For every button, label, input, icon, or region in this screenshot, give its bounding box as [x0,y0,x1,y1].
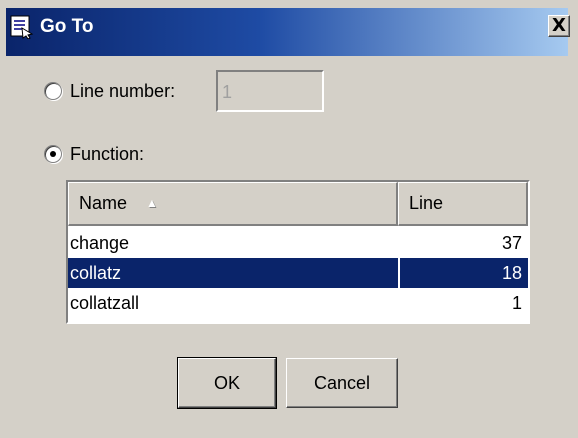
cancel-button[interactable]: Cancel [286,358,398,408]
table-row-selected[interactable]: collatz 18 [68,258,528,288]
line-number-input[interactable]: 1 [216,70,324,112]
column-header-line-label: Line [409,193,444,213]
column-header-name-label: Name [79,193,128,213]
column-separator [398,258,400,288]
row-line-cell: 18 [501,263,522,283]
line-number-label: Line number: [70,81,176,101]
radio-selected-dot [50,151,56,157]
table-row[interactable]: change 37 [68,228,528,258]
function-table[interactable]: Name ▲ Line change 37 collatz 18 collatz… [66,180,530,324]
close-button[interactable]: X [548,15,570,37]
go-to-dialog: Go To X Line number: 1 Function: Name ▲ … [0,0,578,438]
function-radio[interactable] [44,145,62,163]
close-icon: X [552,15,566,36]
line-number-radio[interactable] [44,82,62,100]
ok-button[interactable]: OK [177,357,277,409]
app-icon [10,15,34,39]
function-label: Function: [70,144,145,164]
row-name-cell: collatzall [70,293,140,313]
column-header-name[interactable]: Name ▲ [68,182,398,226]
dialog-title: Go To [40,16,94,37]
row-name-cell: collatz [70,263,122,283]
row-line-cell: 1 [511,293,522,313]
sort-ascending-icon: ▲ [146,196,158,210]
column-header-line[interactable]: Line [398,182,528,226]
row-line-cell: 37 [501,233,522,253]
row-name-cell: change [70,233,130,253]
table-row[interactable]: collatzall 1 [68,288,528,318]
table-header: Name ▲ Line [68,182,528,226]
